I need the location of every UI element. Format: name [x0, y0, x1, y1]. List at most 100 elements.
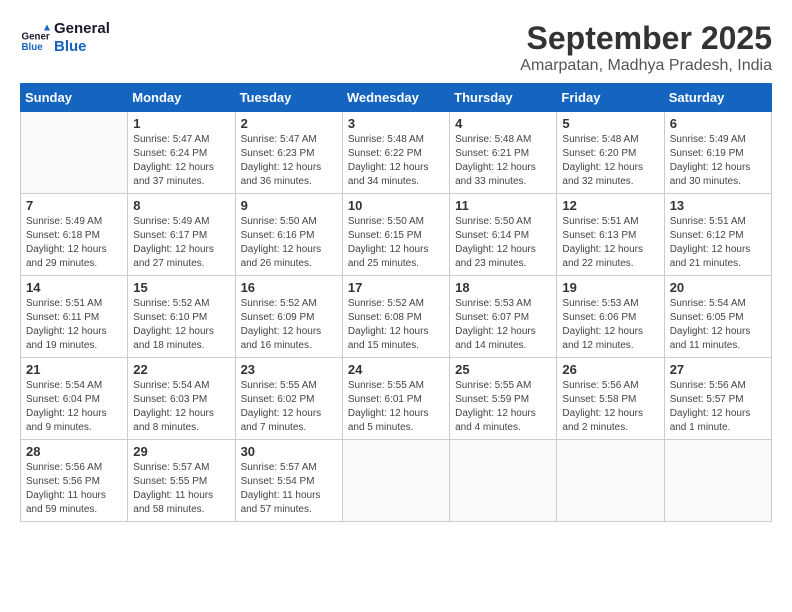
calendar-header: SundayMondayTuesdayWednesdayThursdayFrid…: [21, 84, 772, 112]
day-info: Sunrise: 5:56 AM Sunset: 5:56 PM Dayligh…: [26, 461, 122, 517]
calendar-cell: 15 Sunrise: 5:52 AM Sunset: 6:10 PM Dayli…: [128, 276, 235, 358]
calendar-week-row: 28 Sunrise: 5:56 AM Sunset: 5:56 PM Dayli…: [21, 440, 772, 522]
calendar-cell: 26 Sunrise: 5:56 AM Sunset: 5:58 PM Dayli…: [557, 358, 664, 440]
day-number: 10: [348, 198, 444, 213]
month-title: September 2025: [520, 20, 772, 57]
calendar-cell: 21 Sunrise: 5:54 AM Sunset: 6:04 PM Dayli…: [21, 358, 128, 440]
calendar-cell: 18 Sunrise: 5:53 AM Sunset: 6:07 PM Dayli…: [450, 276, 557, 358]
day-number: 19: [562, 280, 658, 295]
calendar-cell: 9Sunrise: 5:50 AM Sunset: 6:16 PM Daylig…: [235, 194, 342, 276]
day-info: Sunrise: 5:52 AM Sunset: 6:09 PM Dayligh…: [241, 297, 337, 353]
day-info: Sunrise: 5:51 AM Sunset: 6:11 PM Dayligh…: [26, 297, 122, 353]
calendar-cell: 27 Sunrise: 5:56 AM Sunset: 5:57 PM Dayli…: [664, 358, 771, 440]
calendar-cell: [342, 440, 449, 522]
day-info: Sunrise: 5:54 AM Sunset: 6:05 PM Dayligh…: [670, 297, 766, 353]
day-number: 24: [348, 362, 444, 377]
calendar-cell: 14Sunrise: 5:51 AM Sunset: 6:11 PM Dayli…: [21, 276, 128, 358]
title-section: September 2025 Amarpatan, Madhya Pradesh…: [520, 20, 772, 75]
calendar-cell: 30Sunrise: 5:57 AM Sunset: 5:54 PM Dayli…: [235, 440, 342, 522]
day-number: 6: [670, 116, 766, 131]
calendar-cell: 5 Sunrise: 5:48 AM Sunset: 6:20 PM Daylig…: [557, 112, 664, 194]
day-info: Sunrise: 5:52 AM Sunset: 6:10 PM Dayligh…: [133, 297, 229, 353]
day-number: 2: [241, 116, 337, 131]
day-info: Sunrise: 5:55 AM Sunset: 6:01 PM Dayligh…: [348, 379, 444, 435]
weekday-header-cell: Friday: [557, 84, 664, 112]
day-info: Sunrise: 5:50 AM Sunset: 6:14 PM Dayligh…: [455, 215, 551, 271]
weekday-header-cell: Saturday: [664, 84, 771, 112]
calendar-cell: 29 Sunrise: 5:57 AM Sunset: 5:55 PM Dayli…: [128, 440, 235, 522]
day-number: 25: [455, 362, 551, 377]
day-number: 28: [26, 444, 122, 459]
day-number: 23: [241, 362, 337, 377]
calendar-week-row: 21 Sunrise: 5:54 AM Sunset: 6:04 PM Dayli…: [21, 358, 772, 440]
calendar-cell: 4 Sunrise: 5:48 AM Sunset: 6:21 PM Daylig…: [450, 112, 557, 194]
weekday-header-cell: Tuesday: [235, 84, 342, 112]
day-number: 27: [670, 362, 766, 377]
svg-text:Blue: Blue: [22, 42, 44, 53]
calendar-cell: 23 Sunrise: 5:55 AM Sunset: 6:02 PM Dayli…: [235, 358, 342, 440]
calendar-cell: 20 Sunrise: 5:54 AM Sunset: 6:05 PM Dayli…: [664, 276, 771, 358]
day-number: 1: [133, 116, 229, 131]
calendar-cell: 25Sunrise: 5:55 AM Sunset: 5:59 PM Dayli…: [450, 358, 557, 440]
calendar-cell: [21, 112, 128, 194]
day-info: Sunrise: 5:54 AM Sunset: 6:03 PM Dayligh…: [133, 379, 229, 435]
calendar-cell: 11 Sunrise: 5:50 AM Sunset: 6:14 PM Dayli…: [450, 194, 557, 276]
calendar-week-row: 7Sunrise: 5:49 AM Sunset: 6:18 PM Daylig…: [21, 194, 772, 276]
calendar-cell: 6 Sunrise: 5:49 AM Sunset: 6:19 PM Daylig…: [664, 112, 771, 194]
day-number: 26: [562, 362, 658, 377]
calendar-cell: 24 Sunrise: 5:55 AM Sunset: 6:01 PM Dayli…: [342, 358, 449, 440]
day-info: Sunrise: 5:48 AM Sunset: 6:20 PM Dayligh…: [562, 133, 658, 189]
location-title: Amarpatan, Madhya Pradesh, India: [520, 57, 772, 75]
weekday-header-cell: Thursday: [450, 84, 557, 112]
day-number: 8: [133, 198, 229, 213]
svg-text:General: General: [22, 32, 51, 43]
day-number: 21: [26, 362, 122, 377]
day-info: Sunrise: 5:47 AM Sunset: 6:23 PM Dayligh…: [241, 133, 337, 189]
calendar-cell: 10Sunrise: 5:50 AM Sunset: 6:15 PM Dayli…: [342, 194, 449, 276]
logo-icon: General Blue: [20, 23, 50, 53]
day-number: 13: [670, 198, 766, 213]
day-info: Sunrise: 5:49 AM Sunset: 6:19 PM Dayligh…: [670, 133, 766, 189]
day-info: Sunrise: 5:52 AM Sunset: 6:08 PM Dayligh…: [348, 297, 444, 353]
day-info: Sunrise: 5:48 AM Sunset: 6:21 PM Dayligh…: [455, 133, 551, 189]
calendar-body: 1Sunrise: 5:47 AM Sunset: 6:24 PM Daylig…: [21, 112, 772, 522]
day-info: Sunrise: 5:53 AM Sunset: 6:07 PM Dayligh…: [455, 297, 551, 353]
calendar-cell: [664, 440, 771, 522]
weekday-header-cell: Sunday: [21, 84, 128, 112]
weekday-header-cell: Monday: [128, 84, 235, 112]
day-info: Sunrise: 5:57 AM Sunset: 5:55 PM Dayligh…: [133, 461, 229, 517]
day-number: 5: [562, 116, 658, 131]
day-info: Sunrise: 5:56 AM Sunset: 5:57 PM Dayligh…: [670, 379, 766, 435]
day-number: 15: [133, 280, 229, 295]
day-number: 3: [348, 116, 444, 131]
calendar-cell: 8Sunrise: 5:49 AM Sunset: 6:17 PM Daylig…: [128, 194, 235, 276]
calendar-cell: 13 Sunrise: 5:51 AM Sunset: 6:12 PM Dayli…: [664, 194, 771, 276]
day-info: Sunrise: 5:51 AM Sunset: 6:13 PM Dayligh…: [562, 215, 658, 271]
day-number: 4: [455, 116, 551, 131]
calendar-week-row: 14Sunrise: 5:51 AM Sunset: 6:11 PM Dayli…: [21, 276, 772, 358]
day-number: 18: [455, 280, 551, 295]
calendar-week-row: 1Sunrise: 5:47 AM Sunset: 6:24 PM Daylig…: [21, 112, 772, 194]
day-number: 29: [133, 444, 229, 459]
day-info: Sunrise: 5:56 AM Sunset: 5:58 PM Dayligh…: [562, 379, 658, 435]
day-number: 12: [562, 198, 658, 213]
calendar-cell: 28 Sunrise: 5:56 AM Sunset: 5:56 PM Dayli…: [21, 440, 128, 522]
day-info: Sunrise: 5:55 AM Sunset: 6:02 PM Dayligh…: [241, 379, 337, 435]
day-info: Sunrise: 5:49 AM Sunset: 6:18 PM Dayligh…: [26, 215, 122, 271]
weekday-header-cell: Wednesday: [342, 84, 449, 112]
day-info: Sunrise: 5:53 AM Sunset: 6:06 PM Dayligh…: [562, 297, 658, 353]
calendar-cell: 2 Sunrise: 5:47 AM Sunset: 6:23 PM Daylig…: [235, 112, 342, 194]
day-info: Sunrise: 5:51 AM Sunset: 6:12 PM Dayligh…: [670, 215, 766, 271]
day-number: 22: [133, 362, 229, 377]
day-number: 20: [670, 280, 766, 295]
day-info: Sunrise: 5:54 AM Sunset: 6:04 PM Dayligh…: [26, 379, 122, 435]
day-number: 16: [241, 280, 337, 295]
day-number: 11: [455, 198, 551, 213]
calendar-cell: 17Sunrise: 5:52 AM Sunset: 6:08 PM Dayli…: [342, 276, 449, 358]
calendar: SundayMondayTuesdayWednesdayThursdayFrid…: [20, 83, 772, 522]
calendar-cell: 16 Sunrise: 5:52 AM Sunset: 6:09 PM Dayli…: [235, 276, 342, 358]
logo: General Blue General Blue: [20, 20, 110, 56]
calendar-cell: [450, 440, 557, 522]
logo-line1: General: [54, 20, 110, 38]
day-number: 30: [241, 444, 337, 459]
